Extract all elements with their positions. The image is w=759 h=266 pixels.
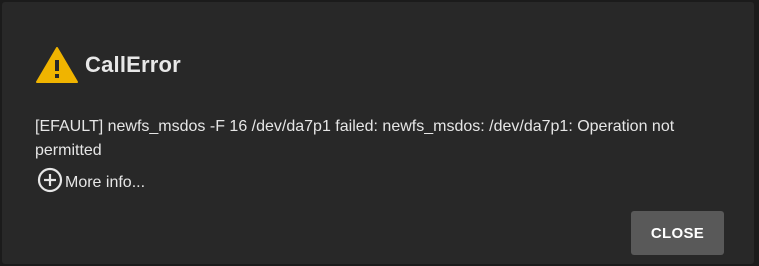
- more-info-toggle[interactable]: More info...: [37, 167, 145, 193]
- close-button[interactable]: CLOSE: [631, 211, 724, 255]
- error-message: [EFAULT] newfs_msdos -F 16 /dev/da7p1 fa…: [35, 118, 675, 159]
- add-circle-icon: [37, 167, 63, 193]
- dialog-title: CallError: [85, 52, 181, 77]
- warning-triangle-icon: [36, 47, 78, 83]
- error-dialog: CallError [EFAULT] newfs_msdos -F 16 /de…: [2, 2, 754, 264]
- more-info-label: More info...: [65, 174, 146, 191]
- dialog-header: CallError: [35, 46, 181, 84]
